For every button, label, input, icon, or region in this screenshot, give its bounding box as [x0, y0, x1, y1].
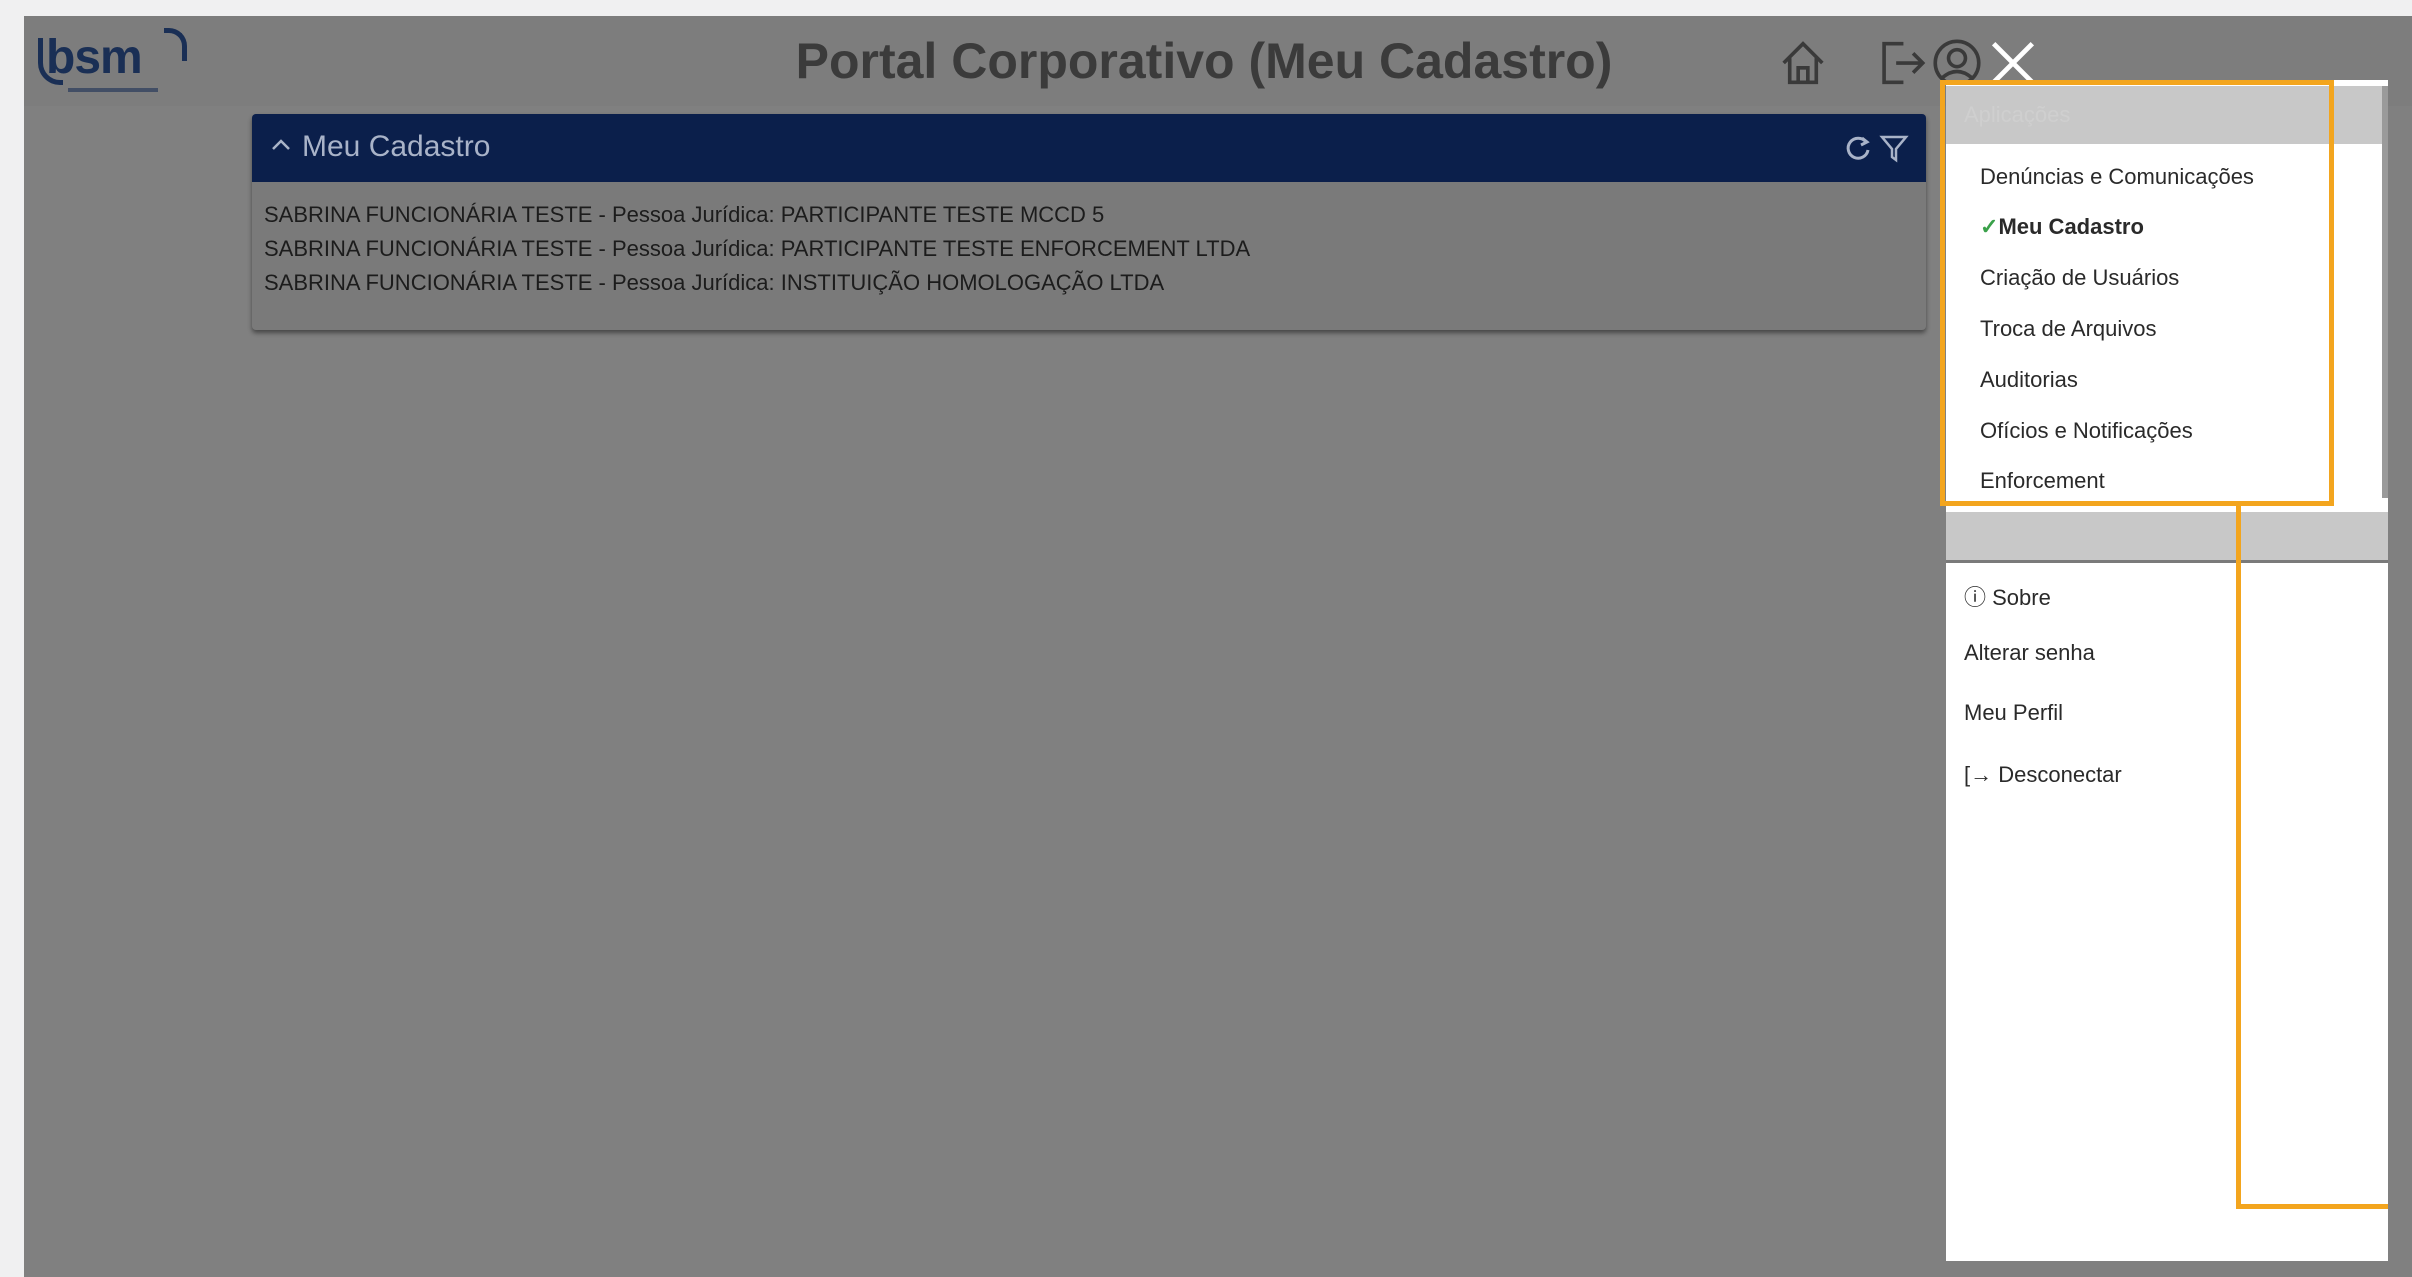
highlight-box	[1940, 80, 2334, 506]
chevron-up-icon[interactable]	[268, 132, 294, 158]
desconectar-label: Desconectar	[1998, 762, 2122, 787]
logo-tagline	[68, 88, 158, 92]
list-item[interactable]: SABRINA FUNCIONÁRIA TESTE - Pessoa Juríd…	[264, 232, 1250, 266]
card-actions	[1842, 132, 1912, 166]
alterar-senha-link[interactable]: Alterar senha	[1964, 640, 2095, 666]
info-icon: ⓘ	[1964, 585, 1993, 610]
callout-line	[2236, 506, 2241, 1208]
list-item[interactable]: SABRINA FUNCIONÁRIA TESTE - Pessoa Juríd…	[264, 198, 1250, 232]
divider	[1946, 560, 2388, 563]
logo-arc-right	[164, 28, 187, 61]
meu-cadastro-card: Meu Cadastro SABRINA FUNCIONÁRIA TESTE -…	[252, 114, 1926, 330]
card-title: Meu Cadastro	[302, 130, 491, 163]
callout-line	[2236, 1204, 2388, 1209]
sobre-label: Sobre	[1992, 585, 2051, 610]
card-header[interactable]: Meu Cadastro	[252, 114, 1926, 182]
refresh-icon[interactable]	[1842, 132, 1874, 164]
logo-text: bsm	[46, 31, 143, 84]
logout-icon: [→	[1964, 762, 1999, 787]
meu-perfil-link[interactable]: Meu Perfil	[1964, 700, 2063, 726]
logout-icon[interactable]	[1872, 34, 1930, 92]
apps-menu-footer	[1946, 512, 2388, 562]
panel-edge	[2382, 86, 2388, 498]
card-body: SABRINA FUNCIONÁRIA TESTE - Pessoa Juríd…	[264, 198, 1250, 300]
page-title: Portal Corporativo (Meu Cadastro)	[795, 33, 1613, 89]
filter-icon[interactable]	[1878, 132, 1910, 164]
desconectar-link[interactable]: [→ Desconectar	[1964, 762, 2122, 788]
bsm-logo[interactable]: bsm	[38, 24, 188, 104]
sobre-link[interactable]: ⓘ Sobre	[1964, 580, 2051, 612]
list-item[interactable]: SABRINA FUNCIONÁRIA TESTE - Pessoa Juríd…	[264, 266, 1250, 300]
home-icon[interactable]	[1774, 34, 1832, 92]
